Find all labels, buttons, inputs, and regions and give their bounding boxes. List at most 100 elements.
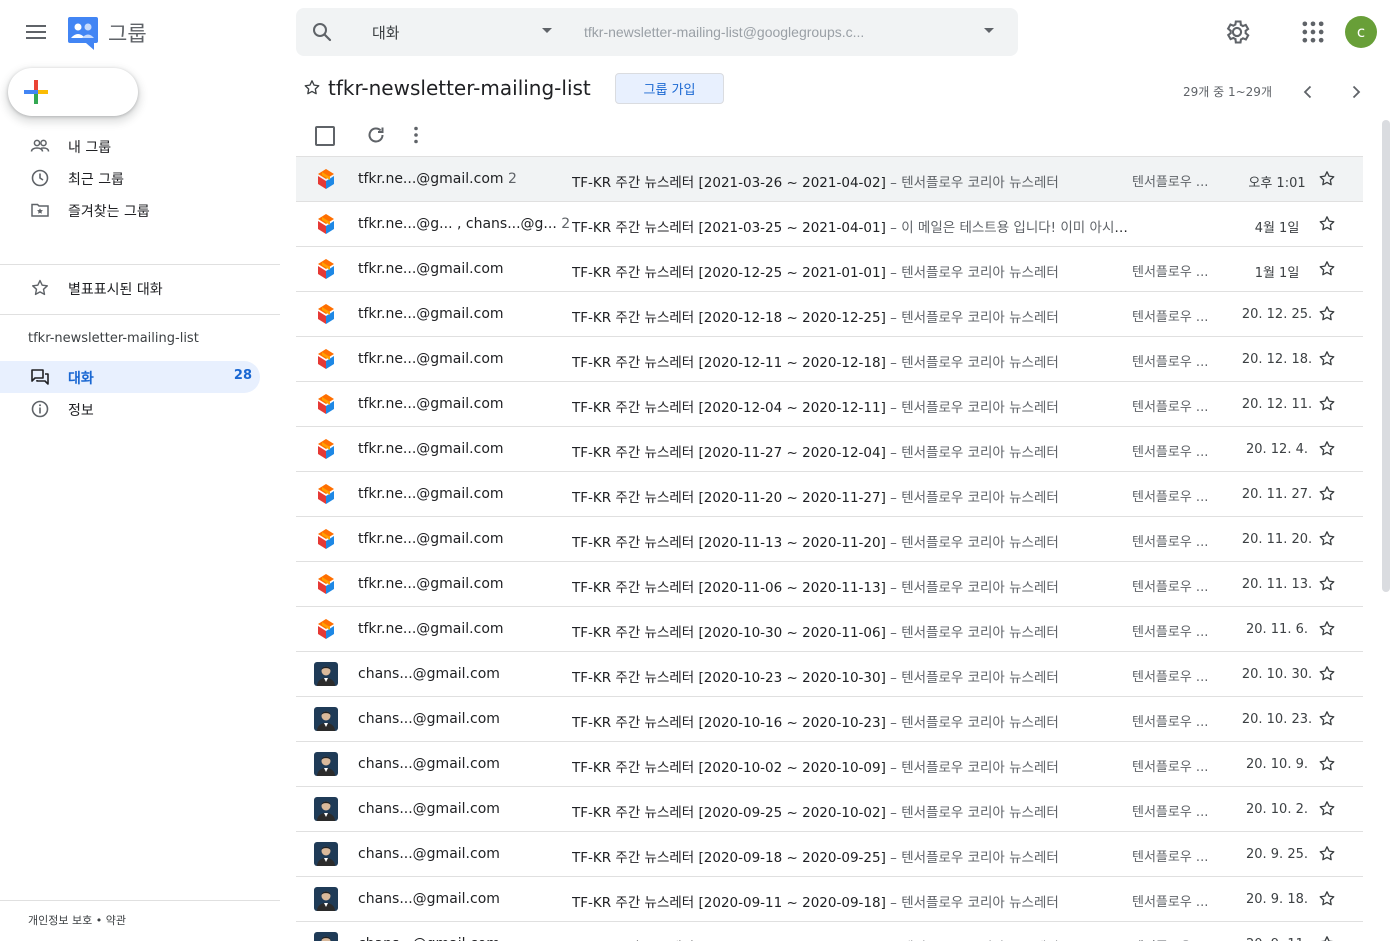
scope-dropdown-arrow-icon[interactable] (542, 28, 552, 33)
conversation-row[interactable]: chans...@gmail.com TF-KR 주간 뉴스레터 [2020-1… (296, 742, 1363, 787)
sidebar-item-conversations[interactable]: 대화 28 (0, 361, 260, 393)
thread-subject: TF-KR 주간 뉴스레터 [2020-11-20 ~ 2020-11-27] … (572, 490, 1059, 506)
thread-date: 20. 12. 11. (1241, 397, 1313, 412)
app-title[interactable]: 그룹 (108, 18, 147, 48)
select-all-checkbox[interactable] (315, 126, 335, 146)
conversation-row[interactable]: tfkr.ne...@gmail.com TF-KR 주간 뉴스레터 [2020… (296, 337, 1363, 382)
info-icon (31, 400, 49, 418)
tf-logo-avatar (318, 439, 334, 459)
settings-gear-icon[interactable] (1223, 18, 1251, 46)
sidebar-divider (0, 314, 280, 315)
thread-group-name: 텐서플로우 ... (1132, 400, 1209, 415)
conversation-row[interactable]: chans...@gmail.com TF-KR 주간 뉴스레터 [2020-0… (296, 787, 1363, 832)
star-icon[interactable] (1318, 620, 1336, 638)
conversation-row[interactable]: tfkr.ne...@gmail.com TF-KR 주간 뉴스레터 [2020… (296, 292, 1363, 337)
conversation-row[interactable]: tfkr.ne...@gmail.com TF-KR 주간 뉴스레터 [2020… (296, 562, 1363, 607)
conversation-icon (31, 369, 49, 385)
search-input[interactable] (584, 20, 954, 44)
conversation-row[interactable]: chans...@gmail.com TF-KR 주간 뉴스레터 [2020-0… (296, 922, 1363, 941)
star-icon[interactable] (1318, 440, 1336, 458)
group-star-icon[interactable] (303, 79, 321, 97)
star-icon[interactable] (1318, 530, 1336, 548)
conversation-row[interactable]: tfkr.ne...@gmail.com TF-KR 주간 뉴스레터 [2020… (296, 427, 1363, 472)
thread-subject: TF-KR 주간 뉴스레터 [2020-11-06 ~ 2020-11-13] … (572, 580, 1059, 596)
search-icon[interactable] (310, 20, 334, 44)
star-icon[interactable] (1318, 845, 1336, 863)
account-avatar[interactable]: c (1345, 16, 1377, 48)
star-icon[interactable] (1318, 350, 1336, 368)
conversation-row[interactable]: chans...@gmail.com TF-KR 주간 뉴스레터 [2020-0… (296, 832, 1363, 877)
conversation-row[interactable]: tfkr.ne...@gmail.com 2 TF-KR 주간 뉴스레터 [20… (296, 157, 1363, 202)
conversation-row[interactable]: chans...@gmail.com TF-KR 주간 뉴스레터 [2020-0… (296, 877, 1363, 922)
sender-name: tfkr.ne...@gmail.com (358, 486, 504, 502)
sender-avatar-tf-logo (314, 617, 338, 641)
star-icon[interactable] (1318, 260, 1336, 278)
sender-name: tfkr.ne...@gmail.com (358, 621, 504, 637)
star-icon[interactable] (1318, 305, 1336, 323)
sidebar-item-starred-conversations[interactable]: 별표표시된 대화 (0, 272, 260, 304)
star-icon[interactable] (1318, 395, 1336, 413)
sidebar-item-my-groups[interactable]: 내 그룹 (0, 130, 260, 162)
scrollbar-thumb[interactable] (1382, 120, 1390, 592)
conversation-row[interactable]: tfkr.ne...@gmail.com TF-KR 주간 뉴스레터 [2020… (296, 247, 1363, 292)
thread-date: 20. 11. 27. (1241, 487, 1313, 502)
star-folder-icon (31, 203, 49, 217)
conversation-row[interactable]: tfkr.ne...@gmail.com TF-KR 주간 뉴스레터 [2020… (296, 517, 1363, 562)
thread-date: 20. 12. 25. (1241, 307, 1313, 322)
thread-date: 20. 11. 13. (1241, 577, 1313, 592)
search-scope-select[interactable]: 대화 (372, 22, 400, 43)
star-icon[interactable] (1318, 215, 1336, 233)
sender-name: tfkr.ne...@gmail.com (358, 576, 504, 592)
thread-group-name: 텐서플로우 ... (1132, 760, 1209, 775)
sender-name: tfkr.ne...@gmail.com (358, 396, 504, 412)
star-icon[interactable] (1318, 710, 1336, 728)
star-icon[interactable] (1318, 170, 1336, 188)
chevron-right-icon[interactable] (1346, 82, 1366, 102)
conversation-row[interactable]: chans...@gmail.com TF-KR 주간 뉴스레터 [2020-1… (296, 652, 1363, 697)
thread-date: 20. 10. 9. (1245, 757, 1309, 772)
conversation-row[interactable]: tfkr.ne...@gmail.com TF-KR 주간 뉴스레터 [2020… (296, 382, 1363, 427)
conversation-row[interactable]: tfkr.ne...@gmail.com TF-KR 주간 뉴스레터 [2020… (296, 472, 1363, 517)
privacy-terms-links[interactable]: 개인정보 보호 • 약관 (28, 912, 126, 928)
groups-logo-icon[interactable] (66, 15, 102, 51)
sender-name: chans...@gmail.com (358, 756, 500, 772)
star-icon[interactable] (1318, 935, 1336, 941)
person-photo-avatar (314, 932, 338, 941)
star-icon[interactable] (1318, 755, 1336, 773)
group-title: tfkr-newsletter-mailing-list (328, 76, 591, 100)
tf-logo-avatar (318, 349, 334, 369)
main-menu-button[interactable] (20, 16, 52, 48)
sidebar-item-favorite-groups[interactable]: 즐겨찾는 그룹 (0, 194, 260, 226)
sidebar-item-recent-groups[interactable]: 최근 그룹 (0, 162, 260, 194)
conversation-row[interactable]: tfkr.ne...@gmail.com TF-KR 주간 뉴스레터 [2020… (296, 607, 1363, 652)
conversation-row[interactable]: chans...@gmail.com TF-KR 주간 뉴스레터 [2020-1… (296, 697, 1363, 742)
sidebar-item-label: 정보 (68, 403, 94, 419)
create-group-button[interactable] (8, 68, 138, 116)
star-icon[interactable] (1318, 575, 1336, 593)
sender-avatar-tf-logo (314, 257, 338, 281)
refresh-icon[interactable] (365, 124, 387, 146)
thread-snippet: – 텐서플로우 코리아 뉴스레터 (885, 265, 1059, 281)
thread-group-name: 텐서플로우 ... (1132, 310, 1209, 325)
search-options-dropdown-icon[interactable] (984, 28, 994, 33)
star-icon[interactable] (1318, 890, 1336, 908)
person-photo-avatar (314, 842, 338, 866)
more-vertical-icon[interactable] (405, 124, 427, 146)
sidebar-item-about[interactable]: 정보 (0, 393, 260, 425)
thread-subject: TF-KR 주간 뉴스레터 [2020-12-18 ~ 2020-12-25] … (572, 310, 1059, 326)
thread-snippet: – 텐서플로우 코리아 뉴스레터 (885, 850, 1059, 866)
conversation-row[interactable]: tfkr.ne...@g... , chans...@g... 2 TF-KR … (296, 202, 1363, 247)
thread-subject: TF-KR 주간 뉴스레터 [2020-12-04 ~ 2020-12-11] … (572, 400, 1059, 416)
chevron-left-icon[interactable] (1298, 82, 1318, 102)
tf-logo-avatar (318, 574, 334, 594)
star-icon[interactable] (1318, 665, 1336, 683)
sidebar-item-label: 최근 그룹 (68, 172, 124, 188)
star-icon[interactable] (1318, 485, 1336, 503)
thread-subject: TF-KR 주간 뉴스레터 [2020-12-25 ~ 2021-01-01] … (572, 265, 1059, 281)
join-group-button[interactable]: 그룹 가입 (615, 73, 724, 104)
star-icon[interactable] (1318, 800, 1336, 818)
sender-avatar-photo (314, 752, 338, 776)
sender-avatar-tf-logo (314, 392, 338, 416)
sender-name: chans...@gmail.com (358, 891, 500, 907)
google-apps-icon[interactable] (1299, 18, 1327, 46)
